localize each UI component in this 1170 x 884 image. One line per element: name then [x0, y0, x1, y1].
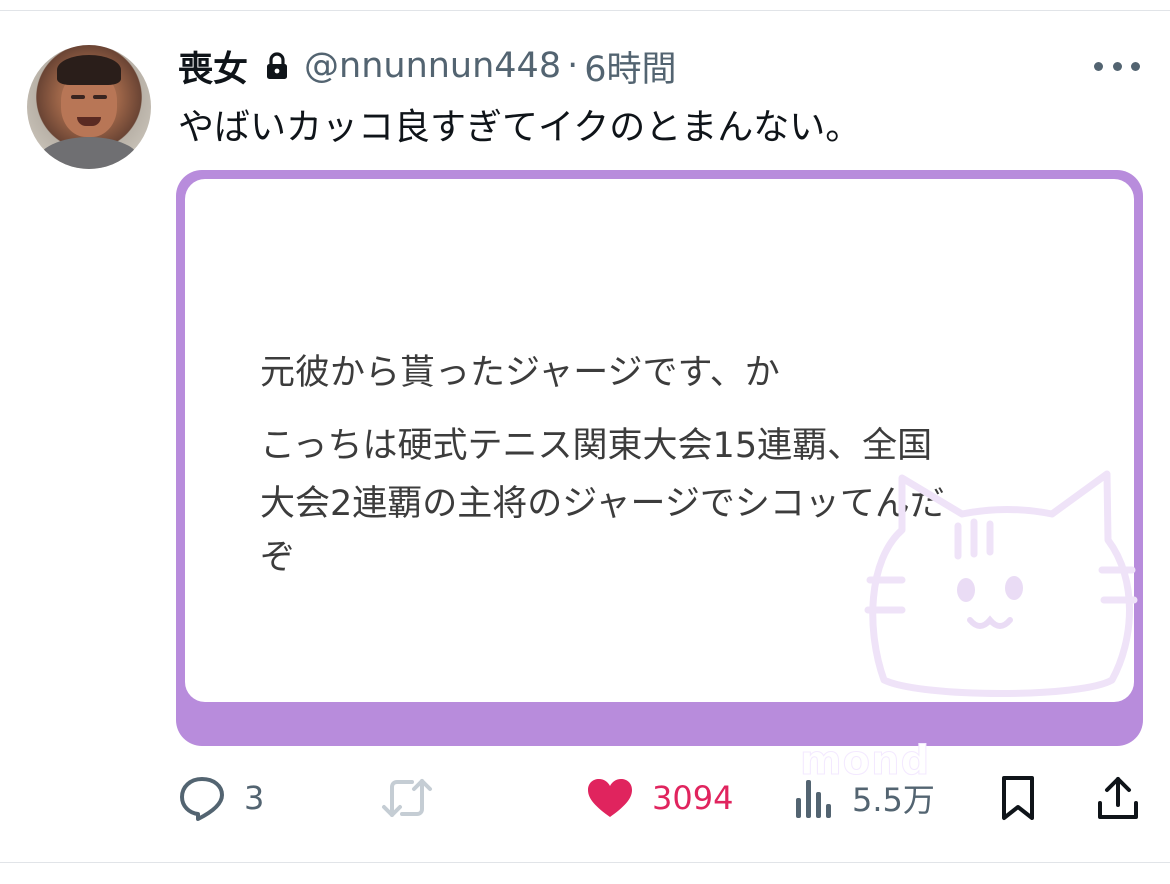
more-dot: [1094, 61, 1103, 71]
reply-button[interactable]: 3: [178, 770, 264, 826]
share-button[interactable]: [1096, 770, 1140, 826]
tweet-header: 喪女 @nnunnun448 · 6時間: [178, 41, 677, 91]
reply-count: 3: [244, 779, 265, 817]
views-button[interactable]: 5.5万: [794, 770, 935, 826]
like-button[interactable]: 3094: [586, 770, 733, 826]
more-dot: [1131, 61, 1140, 71]
card-text-line: 元彼から貰ったジャージです、か: [260, 353, 780, 393]
action-bar: 3 3094 5.5万: [0, 770, 1170, 826]
card-text-line: こっちは硬式テニス関東大会15連覇、全国: [260, 426, 933, 466]
more-dot: [1112, 61, 1122, 71]
reply-icon: [180, 777, 224, 821]
avatar[interactable]: [27, 45, 151, 169]
bookmark-button[interactable]: [998, 770, 1038, 826]
retweet-button[interactable]: [380, 770, 452, 826]
separator-dot: ·: [567, 46, 579, 86]
like-count: 3094: [652, 779, 734, 817]
avatar-shirt: [37, 137, 141, 169]
views-icon: [796, 780, 831, 818]
tweet-text: やばいカッコ良すぎてイクのとまんない。: [178, 107, 862, 148]
display-name[interactable]: 喪女: [178, 41, 248, 92]
retweet-icon: [382, 779, 432, 817]
share-icon: [1098, 777, 1138, 819]
card-text-line: 大会2連覇の主将のジャージでシコッてんだ: [260, 484, 945, 524]
card-text-line: ぞ: [260, 538, 296, 578]
bookmark-icon: [1002, 776, 1034, 820]
avatar-hair: [57, 55, 121, 85]
lock-icon: [264, 51, 290, 81]
avatar-eye-left: [71, 95, 85, 99]
top-divider: [0, 10, 1170, 11]
user-handle[interactable]: @nnunnun448: [304, 46, 561, 86]
cat-watermark-icon: [864, 470, 1138, 697]
views-count: 5.5万: [852, 781, 935, 819]
tweet-time[interactable]: 6時間: [584, 41, 676, 92]
more-icon[interactable]: [1094, 56, 1140, 76]
bottom-divider: [0, 862, 1170, 863]
heart-icon: [588, 779, 632, 817]
avatar-eye-right: [93, 95, 107, 99]
